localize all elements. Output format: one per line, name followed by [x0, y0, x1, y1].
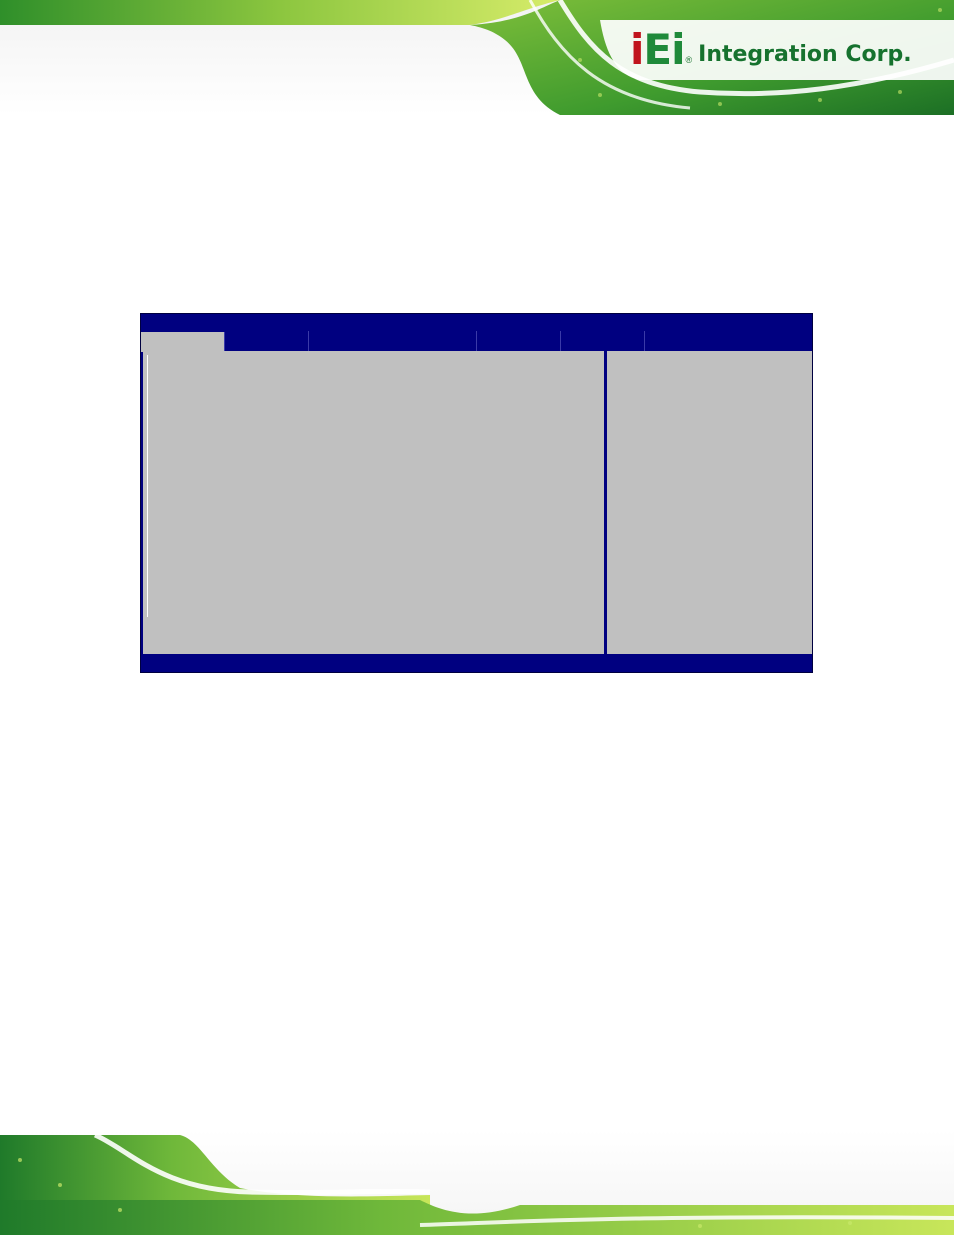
bios-main-panel — [143, 351, 604, 654]
bios-tab-1[interactable] — [141, 332, 225, 352]
bios-footer-bar — [141, 654, 812, 672]
bios-help-panel — [605, 351, 812, 654]
registered-mark: ® — [685, 55, 693, 65]
brand-name: Integration Corp. — [698, 41, 912, 67]
bios-tab-4[interactable] — [477, 331, 561, 351]
bios-tab-3[interactable] — [309, 331, 477, 351]
logo-letters-ei: Ei — [643, 25, 685, 74]
bios-tab-2[interactable] — [225, 331, 309, 351]
logo-letter-i: i — [630, 25, 644, 74]
bios-tab-bar — [141, 331, 812, 352]
iei-logo-icon: iEi — [630, 29, 686, 71]
bios-screen — [140, 313, 813, 673]
bios-title-bar — [141, 314, 812, 331]
bios-tab-5[interactable] — [561, 331, 645, 351]
bios-panel-edge — [147, 355, 148, 617]
brand-logo: iEi ® Integration Corp. — [630, 26, 912, 74]
footer-decoration — [0, 1130, 954, 1235]
